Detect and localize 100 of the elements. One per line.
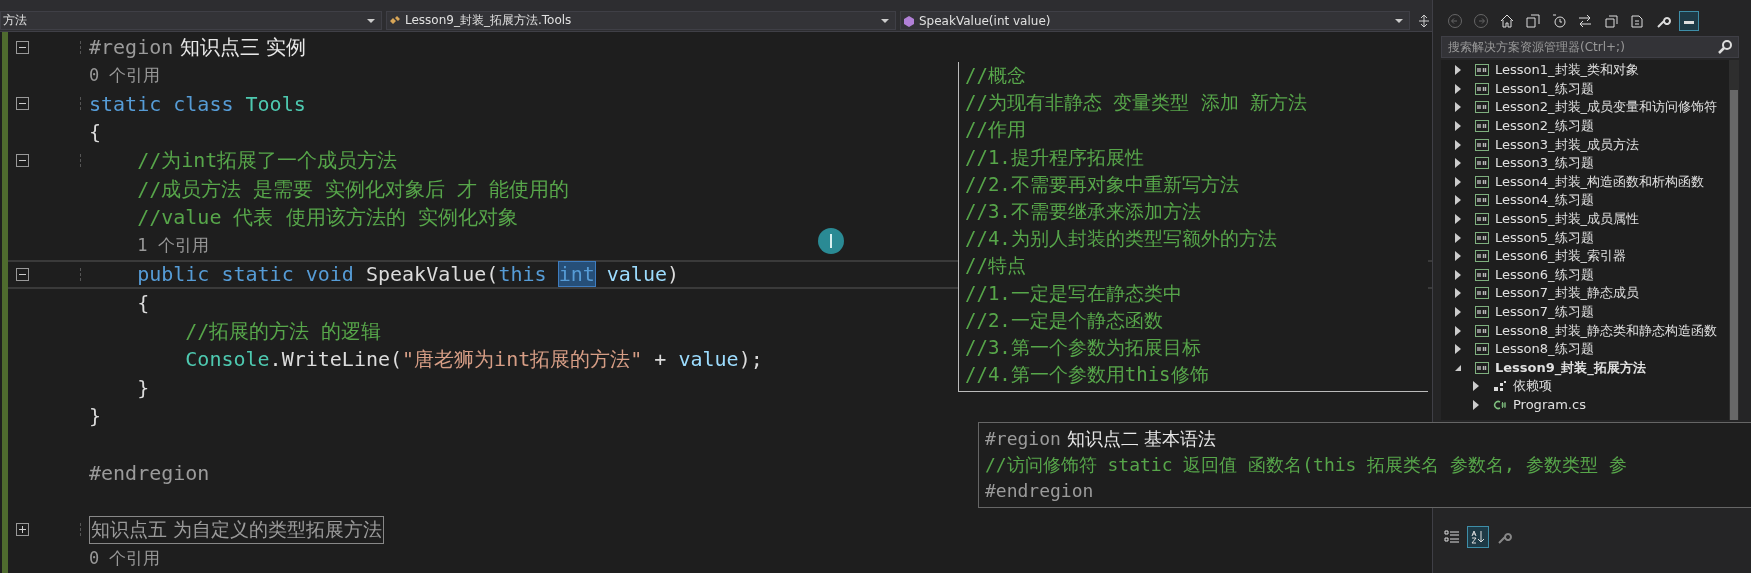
code-line: //3.不需要继承来添加方法 xyxy=(965,199,1201,222)
tree-item[interactable]: Lesson3_封装_成员方法 xyxy=(1495,135,1640,154)
reference-count-link[interactable]: 1 个引用 xyxy=(137,234,209,258)
project-icon xyxy=(1475,343,1489,356)
class-icon xyxy=(389,14,401,27)
tree-item[interactable]: Lesson1_练习题 xyxy=(1495,79,1594,98)
tree-item[interactable]: Lesson7_封装_静态成员 xyxy=(1495,284,1640,303)
expand-icon[interactable] xyxy=(16,523,29,537)
code-line: //为int拓展了一个成员方法 xyxy=(137,147,398,175)
collapsed-region[interactable]: 知识点五 为自定义的类型拓展方法 xyxy=(89,515,385,544)
tree-item[interactable]: Lesson5_封装_成员属性 xyxy=(1495,210,1640,229)
scrollbar[interactable] xyxy=(1729,60,1739,420)
project-icon xyxy=(1475,82,1489,95)
code-file-icon xyxy=(1493,399,1507,411)
expand-arrow-icon[interactable] xyxy=(1473,381,1479,392)
expand-arrow-icon[interactable] xyxy=(1455,176,1461,187)
caret-icon xyxy=(367,18,375,23)
caret-icon xyxy=(881,18,889,23)
tree-item[interactable]: 依赖项 xyxy=(1513,377,1552,396)
code-line: //概念 xyxy=(965,64,1026,86)
expand-arrow-icon[interactable] xyxy=(1455,325,1461,336)
code-line: //特点 xyxy=(965,254,1026,277)
tree-item[interactable]: Lesson7_练习题 xyxy=(1495,303,1594,321)
project-icon xyxy=(1475,324,1489,337)
collapse-icon[interactable] xyxy=(16,267,29,281)
collapse-icon[interactable] xyxy=(16,97,29,111)
expand-arrow-icon[interactable] xyxy=(1455,195,1461,206)
code-line: //4.为别人封装的类型写额外的方法 xyxy=(965,227,1277,250)
expand-arrow-icon[interactable] xyxy=(1455,232,1461,243)
code-line: #endregion xyxy=(89,461,210,486)
code-line: //为现有非静态 变量类型 添加 新方法 xyxy=(965,91,1308,114)
reference-count-link[interactable]: 0 个引用 xyxy=(89,546,161,570)
expand-arrow-icon[interactable] xyxy=(1455,214,1461,225)
collapse-icon[interactable] xyxy=(16,40,29,54)
tree-item[interactable]: Lesson6_封装_索引器 xyxy=(1495,247,1627,266)
code-line: //1.一定是写在静态类中 xyxy=(965,281,1182,304)
tree-item[interactable]: Lesson4_练习题 xyxy=(1495,191,1594,210)
code-line: #endregion xyxy=(985,480,1094,501)
tree-item[interactable]: Lesson5_练习题 xyxy=(1495,228,1594,247)
code-line: //value 代表 使用该方法的 实例化对象 xyxy=(137,204,518,232)
expand-arrow-icon[interactable] xyxy=(1455,65,1461,76)
tree-item[interactable]: Lesson8_练习题 xyxy=(1495,340,1594,359)
tree-item[interactable]: Lesson2_练习题 xyxy=(1495,117,1594,136)
code-line: { xyxy=(137,290,150,315)
project-icon xyxy=(1475,306,1489,318)
project-icon xyxy=(1475,231,1489,244)
code-line: { xyxy=(89,120,102,145)
expand-arrow-icon[interactable] xyxy=(1455,83,1461,94)
code-line: //拓展的方法 的逻辑 xyxy=(185,317,382,345)
tree-item[interactable]: Lesson4_封装_构造函数和析构函数 xyxy=(1495,172,1705,191)
project-icon xyxy=(1475,268,1489,281)
code-line: //成员方法 是需要 实例化对象后 才 能使用的 xyxy=(137,175,570,203)
code-line: //2.不需要再对象中重新写方法 xyxy=(965,172,1239,195)
expand-arrow-icon[interactable] xyxy=(1455,121,1461,132)
tree-item[interactable]: Lesson2_封装_成员变量和访问修饰符 xyxy=(1495,98,1718,117)
code-line: static class Tools xyxy=(89,91,306,116)
expand-arrow-icon[interactable] xyxy=(1455,139,1461,150)
code-line: //3.第一个参数为拓展目标 xyxy=(965,335,1201,358)
code-line: //1.提升程序拓展性 xyxy=(965,145,1144,168)
tree-item[interactable]: Lesson8_封装_静态类和静态构造函数 xyxy=(1495,321,1718,340)
project-icon xyxy=(1475,194,1489,207)
preview-icon[interactable] xyxy=(1679,11,1699,31)
project-icon xyxy=(1475,175,1489,188)
expand-arrow-icon[interactable] xyxy=(1473,400,1479,410)
tree-item[interactable]: Program.cs xyxy=(1513,397,1586,413)
search-field[interactable]: 搜索解决方案资源管理器(Ctrl+;) xyxy=(1441,36,1739,58)
project-icon xyxy=(1475,213,1489,226)
navigation-dropdown[interactable]: Lesson9_封装_拓展方法.Tools xyxy=(386,11,896,30)
expand-arrow-icon[interactable] xyxy=(1455,344,1461,355)
reference-count-link[interactable]: 0 个引用 xyxy=(89,64,161,88)
expand-arrow-icon[interactable] xyxy=(1455,307,1461,317)
split-icon[interactable] xyxy=(1418,14,1430,27)
project-icon xyxy=(1475,101,1489,114)
collapse-arrow-icon[interactable] xyxy=(1455,364,1461,371)
caret-icon xyxy=(1395,18,1403,23)
navigation-dropdown[interactable]: SpeakValue(int value) xyxy=(900,11,1410,30)
expand-arrow-icon[interactable] xyxy=(1455,158,1461,169)
collapse-icon[interactable] xyxy=(16,154,29,168)
expand-arrow-icon[interactable] xyxy=(1455,102,1461,113)
expand-arrow-icon[interactable] xyxy=(1455,288,1461,299)
tree-item[interactable]: Lesson1_封装_类和对象 xyxy=(1495,61,1640,80)
project-icon xyxy=(1475,250,1489,263)
tree-item[interactable]: Lesson3_练习题 xyxy=(1495,154,1594,173)
code-line: //访问修饰符 static 返回值 函数名(this 拓展类名 参数名, 参数类型 参 xyxy=(985,454,1627,475)
tree-item[interactable]: Lesson6_练习题 xyxy=(1495,265,1594,284)
code-line: Console.WriteLine("唐老狮为int拓展的方法" + value); xyxy=(185,346,763,373)
code-line: } xyxy=(137,375,150,400)
mouse-cursor-icon xyxy=(818,228,844,254)
expand-arrow-icon[interactable] xyxy=(1455,269,1461,280)
code-line: #region 知识点二 基本语法 xyxy=(985,428,1217,449)
sort-alphabetical-icon[interactable] xyxy=(1467,526,1489,548)
project-icon xyxy=(1475,64,1489,77)
switch-views-icon[interactable] xyxy=(1523,11,1543,31)
search-icon xyxy=(1717,39,1733,55)
project-icon xyxy=(1475,138,1489,151)
project-icon xyxy=(1475,287,1489,300)
expand-arrow-icon[interactable] xyxy=(1455,251,1461,262)
tree-item[interactable]: Lesson9_封装_拓展方法 xyxy=(1495,358,1646,377)
navigation-dropdown[interactable]: 方法 xyxy=(0,11,382,30)
code-line: } xyxy=(89,404,102,429)
